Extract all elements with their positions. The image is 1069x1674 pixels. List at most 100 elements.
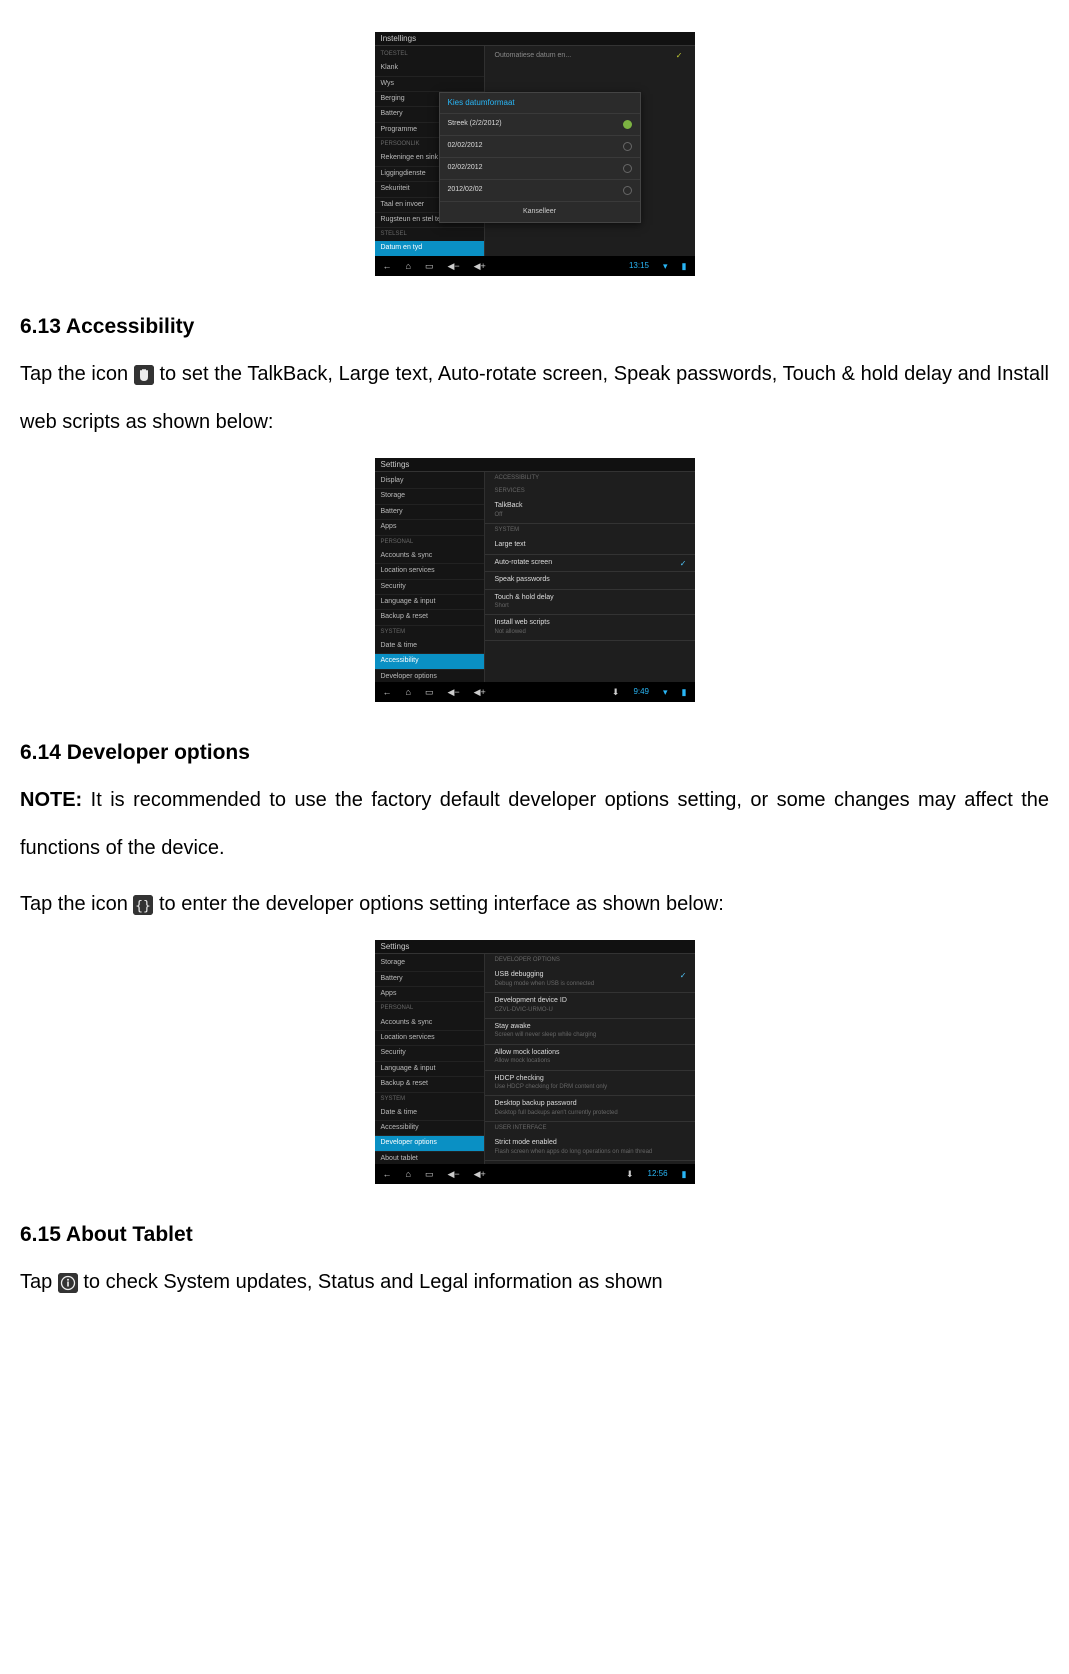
setting-row[interactable]: Outomatiese datum en...✓ (485, 46, 695, 66)
sidebar-item[interactable]: Accounts & sync (375, 1016, 484, 1031)
main-pane: Accessibility SERVICES TalkBackOff SYSTE… (485, 472, 695, 682)
setting-row[interactable]: Speak passwords (485, 572, 695, 589)
sidebar-item[interactable]: Accounts & sync (375, 549, 484, 564)
setting-row[interactable]: Strict mode enabledFlash screen when app… (485, 1135, 695, 1161)
setting-row[interactable]: Allow mock locationsAllow mock locations (485, 1045, 695, 1071)
wifi-icon: ▾ (663, 261, 668, 272)
home-icon[interactable]: ⌂ (406, 1169, 411, 1180)
sidebar-item[interactable]: Wys (375, 77, 484, 92)
info-icon (58, 1273, 78, 1293)
back-icon[interactable]: ← (383, 687, 392, 698)
back-icon[interactable]: ← (383, 261, 392, 272)
sidebar-item[interactable]: Location services (375, 564, 484, 579)
svg-text:{}: {} (136, 899, 152, 914)
sidebar-item[interactable]: About tablet (375, 1152, 484, 1164)
recent-icon[interactable]: ▭ (425, 1169, 434, 1180)
home-icon[interactable]: ⌂ (406, 687, 411, 698)
sidebar-item[interactable]: Date & time (375, 639, 484, 654)
setting-row[interactable]: Touch & hold delayShort (485, 590, 695, 616)
braces-icon: {} (133, 895, 153, 915)
setting-row[interactable]: Pointer locationScreen overlay showing c… (485, 1161, 695, 1164)
screenshot-1: Instellings TOESTEL Klank Wys Berging Ba… (375, 32, 695, 276)
sidebar-item[interactable]: Storage (375, 956, 484, 971)
sidebar-item[interactable]: Location services (375, 1031, 484, 1046)
recent-icon[interactable]: ▭ (425, 687, 434, 698)
dialog-option[interactable]: 2012/02/02 (440, 180, 640, 202)
setting-row[interactable]: HDCP checkingUse HDCP checking for DRM c… (485, 1071, 695, 1097)
side-head: PERSONAL (375, 1002, 484, 1015)
sidebar-item[interactable]: Security (375, 1046, 484, 1061)
side-head: TOESTEL (375, 48, 484, 61)
setting-row[interactable]: USB debugging✓Debug mode when USB is con… (485, 967, 695, 993)
sidebar-item[interactable]: Battery (375, 972, 484, 987)
download-icon: ⬇ (612, 687, 620, 698)
setting-row[interactable]: Install web scriptsNot allowed (485, 615, 695, 641)
setting-row[interactable]: Stay awakeScreen will never sleep while … (485, 1019, 695, 1045)
side-head: PERSONAL (375, 536, 484, 549)
wifi-icon: ▾ (663, 687, 668, 698)
screenshot-developer: Settings Storage Battery Apps PERSONAL A… (20, 940, 1049, 1195)
sidebar-item[interactable]: Battery (375, 505, 484, 520)
sidebar-item-active[interactable]: Developer options (375, 1136, 484, 1151)
sidebar-item[interactable]: Date & time (375, 1106, 484, 1121)
setting-row[interactable]: Large text (485, 537, 695, 554)
heading-developer: 6.14 Developer options (20, 737, 1049, 769)
navbar: ← ⌂ ▭ ◀− ◀+ ⬇ 12:56 ▮ (375, 1164, 695, 1184)
vol-up-icon[interactable]: ◀+ (474, 261, 486, 272)
heading-accessibility: 6.13 Accessibility (20, 311, 1049, 343)
screenshot-date-format: Instellings TOESTEL Klank Wys Berging Ba… (20, 32, 1049, 287)
setting-row[interactable]: Desktop backup passwordDesktop full back… (485, 1096, 695, 1122)
download-icon: ⬇ (626, 1169, 634, 1180)
setting-row[interactable]: TalkBackOff (485, 498, 695, 524)
paragraph-accessibility: Tap the icon to set the TalkBack, Large … (20, 350, 1049, 446)
check-icon: ✓ (680, 559, 687, 569)
side-head: STELSEL (375, 228, 484, 241)
setting-row[interactable]: Auto-rotate screen✓ (485, 555, 695, 572)
sidebar-item[interactable]: Apps (375, 987, 484, 1002)
clock: 12:56 (648, 1169, 668, 1179)
dialog-option[interactable]: 02/02/2012 (440, 158, 640, 180)
vol-up-icon[interactable]: ◀+ (474, 687, 486, 698)
dialog-cancel-button[interactable]: Kanselleer (440, 202, 640, 222)
back-icon[interactable]: ← (383, 1169, 392, 1180)
sidebar-item[interactable]: Developer options (375, 670, 484, 682)
section-head: USER INTERFACE (485, 1122, 695, 1135)
home-icon[interactable]: ⌂ (406, 261, 411, 272)
sidebar: Display Storage Battery Apps PERSONAL Ac… (375, 472, 485, 682)
sidebar-item[interactable]: Klank (375, 61, 484, 76)
sidebar-item[interactable]: Display (375, 474, 484, 489)
clock: 13:15 (629, 261, 649, 271)
vol-down-icon[interactable]: ◀− (447, 1169, 459, 1180)
side-head: SYSTEM (375, 626, 484, 639)
heading-about: 6.15 About Tablet (20, 1219, 1049, 1251)
paragraph-note: NOTE: It is recommended to use the facto… (20, 776, 1049, 872)
date-format-dialog: Kies datumformaat Streek (2/2/2012) 02/0… (439, 92, 641, 223)
sidebar-item[interactable]: Language & input (375, 595, 484, 610)
hand-icon (134, 365, 154, 385)
sidebar-item-active[interactable]: Accessibility (375, 654, 484, 669)
setting-row[interactable]: Development device IDCZVL-DVIC-URMO-U (485, 993, 695, 1019)
sidebar-item-active[interactable]: Datum en tyd (375, 241, 484, 256)
vol-down-icon[interactable]: ◀− (447, 687, 459, 698)
sidebar-item[interactable]: Apps (375, 520, 484, 535)
vol-down-icon[interactable]: ◀− (447, 261, 459, 272)
check-icon: ✓ (680, 971, 687, 981)
sidebar-item[interactable]: Backup & reset (375, 610, 484, 625)
battery-icon: ▮ (682, 1169, 687, 1180)
vol-up-icon[interactable]: ◀+ (474, 1169, 486, 1180)
sidebar-item[interactable]: Accessibility (375, 1121, 484, 1136)
sidebar-item[interactable]: Language & input (375, 1062, 484, 1077)
sidebar: Storage Battery Apps PERSONAL Accounts &… (375, 954, 485, 1164)
sidebar-item[interactable]: Storage (375, 489, 484, 504)
sidebar-item[interactable]: Security (375, 580, 484, 595)
recent-icon[interactable]: ▭ (425, 261, 434, 272)
sidebar-item[interactable]: Backup & reset (375, 1077, 484, 1092)
battery-icon: ▮ (682, 261, 687, 272)
window-title: Settings (375, 940, 695, 954)
paragraph-about: Tap to check System updates, Status and … (20, 1258, 1049, 1306)
dialog-option[interactable]: 02/02/2012 (440, 136, 640, 158)
dialog-option[interactable]: Streek (2/2/2012) (440, 114, 640, 136)
screenshot-3: Settings Storage Battery Apps PERSONAL A… (375, 940, 695, 1184)
side-head: SYSTEM (375, 1093, 484, 1106)
screenshot-accessibility: Settings Display Storage Battery Apps PE… (20, 458, 1049, 713)
